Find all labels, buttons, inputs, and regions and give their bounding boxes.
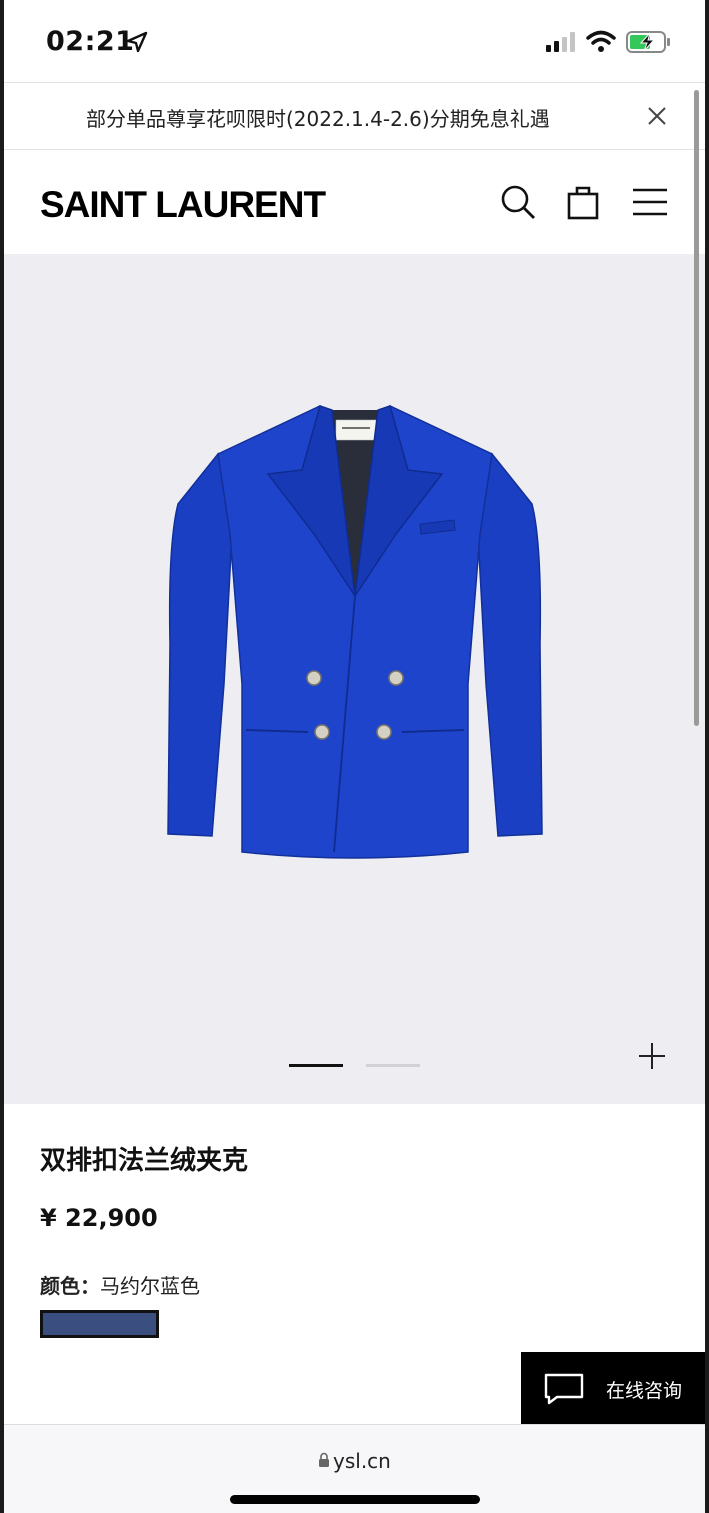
color-row: 颜色：马约尔蓝色	[40, 1270, 200, 1299]
home-indicator[interactable]	[230, 1495, 480, 1504]
carousel-indicator-2[interactable]	[366, 1064, 420, 1067]
status-bar: 02:21	[0, 0, 709, 82]
cellular-signal-icon	[546, 32, 575, 52]
product-image-jacket	[167, 404, 543, 859]
status-time: 02:21	[46, 26, 135, 57]
promo-banner: 部分单品尊享花呗限时(2022.1.4-2.6)分期免息礼遇	[0, 82, 709, 150]
lock-icon	[319, 1452, 329, 1467]
search-icon[interactable]	[498, 182, 538, 222]
url-text[interactable]: ysl.cn	[333, 1449, 391, 1473]
product-title: 双排扣法兰绒夹克	[40, 1146, 249, 1176]
battery-charging-icon	[626, 31, 670, 53]
location-arrow-icon	[126, 31, 148, 53]
scrollbar[interactable]	[694, 90, 699, 726]
menu-icon[interactable]	[630, 182, 670, 222]
color-swatch[interactable]	[40, 1310, 159, 1338]
color-value: 马约尔蓝色	[100, 1274, 200, 1298]
plus-icon[interactable]	[638, 1042, 666, 1070]
brand-logo[interactable]: SAINT LAURENT	[40, 184, 326, 226]
product-price: ¥ 22,900	[40, 1204, 158, 1232]
promo-text: 部分单品尊享花呗限时(2022.1.4-2.6)分期免息礼遇	[86, 107, 550, 131]
wifi-icon	[586, 30, 616, 52]
chat-bubble-icon	[544, 1373, 584, 1405]
color-label: 颜色：	[40, 1274, 100, 1298]
shopping-bag-icon[interactable]	[563, 182, 603, 222]
chat-label: 在线咨询	[606, 1380, 683, 1402]
browser-address-bar[interactable]: ysl.cn	[0, 1424, 709, 1513]
site-header: SAINT LAURENT	[0, 150, 709, 254]
online-chat-button[interactable]: 在线咨询	[521, 1352, 709, 1424]
carousel-indicator-1[interactable]	[289, 1064, 343, 1067]
product-gallery[interactable]	[0, 254, 709, 1104]
close-icon[interactable]	[644, 103, 670, 129]
